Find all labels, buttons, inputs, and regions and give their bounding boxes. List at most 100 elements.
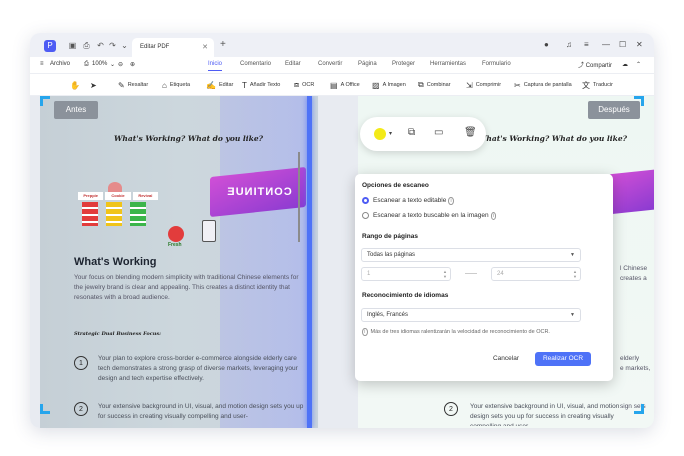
highlight-label: Resaltar (127, 82, 149, 88)
info-icon: i (362, 328, 368, 336)
to-page-input[interactable]: 24 ▲ ▼ (491, 267, 581, 281)
close-tab-icon[interactable]: ✕ (202, 43, 208, 51)
to-image-tool[interactable]: ▨ A Imagen (372, 79, 406, 91)
radio-searchable[interactable] (362, 212, 369, 219)
undo-icon[interactable]: ↶ (96, 41, 105, 50)
ocr-label: OCR (302, 82, 315, 88)
stepper-icon[interactable]: ▲ ▼ (443, 269, 447, 279)
radio-editable[interactable] (362, 197, 369, 204)
option-editable[interactable]: Escanear a texto editable i (373, 197, 454, 205)
copy-icon[interactable]: ⧉ (408, 127, 415, 138)
scissors-icon: ✂ (514, 80, 521, 90)
combine-label: Combinar (426, 82, 451, 88)
close-window-icon[interactable]: ✕ (636, 40, 643, 49)
redo-icon[interactable]: ↷ (108, 41, 117, 50)
sign-labels: Preppie Cookie Revival (78, 192, 158, 200)
bell-icon[interactable]: ♫ (566, 40, 572, 49)
tab-comentario[interactable]: Comentario (240, 61, 271, 67)
before-badge: Antes (54, 101, 98, 119)
tab-formulario[interactable]: Formulario (482, 61, 511, 67)
tab-herramientas[interactable]: Herramientas (430, 61, 466, 67)
item-number: 2 (444, 402, 458, 416)
right-fragment: elderly (620, 355, 640, 362)
share-label: Compartir (585, 63, 613, 69)
save-icon[interactable]: ▣ (68, 41, 77, 50)
document-tab-title: Editar PDF (140, 44, 170, 50)
banner-text: CONTINUE (226, 186, 292, 198)
print-small-icon[interactable]: ⎙ (84, 61, 89, 68)
page-range-select[interactable]: Todas las páginas ▼ (361, 248, 581, 262)
banner-right (608, 169, 654, 215)
option-searchable[interactable]: Escanear a texto buscable en la imagen i (373, 212, 497, 220)
combine-tool[interactable]: ⧉ Combinar (418, 79, 451, 91)
help-icon[interactable]: i (490, 212, 497, 220)
select-tool[interactable]: ➤ (90, 79, 100, 91)
edit-tool[interactable]: ✍ Editar (206, 79, 233, 91)
tab-editar[interactable]: Editar (285, 61, 301, 67)
translate-icon: 文 (582, 80, 590, 90)
color-dropdown-icon[interactable]: ▾ (389, 130, 392, 137)
tab-convertir[interactable]: Convertir (318, 61, 342, 67)
help-icon[interactable]: i (448, 197, 454, 205)
tab-inicio[interactable]: Inicio (208, 61, 223, 71)
hand-icon: ✋ (70, 80, 80, 90)
translate-tool[interactable]: 文 Traducir (582, 79, 613, 91)
cloud-icon[interactable]: ☁ (622, 61, 628, 68)
perform-ocr-button[interactable]: Realizar OCR (535, 352, 591, 366)
corner-mark (634, 96, 644, 106)
trash-icon[interactable]: 🗑 (464, 127, 477, 138)
highlight-float-toolbar: ▾ ⧉ ▭ 🗑 (360, 117, 486, 151)
document-tab[interactable]: Editar PDF ✕ (132, 38, 214, 57)
print-icon[interactable]: ⎙ (82, 41, 91, 50)
comment-icon[interactable]: ▭ (434, 127, 443, 138)
sign-label: Revival (132, 192, 158, 200)
cursor-icon: ➤ (90, 80, 97, 90)
color-swatch[interactable] (374, 128, 386, 140)
corner-mark (40, 404, 50, 414)
cancel-button[interactable]: Cancelar (489, 352, 523, 366)
avatar[interactable]: ● (544, 40, 549, 49)
new-tab-icon[interactable]: + (220, 39, 226, 50)
caret-down-icon: ▼ (570, 312, 575, 318)
menu-icon[interactable]: ≡ (584, 40, 589, 49)
from-page-input[interactable]: 1 ▲ ▼ (361, 267, 451, 281)
zoom-in-icon[interactable]: ⊕ (130, 61, 135, 68)
zoom-chevron-icon[interactable]: ⌄ (110, 61, 115, 68)
tool-bar: ✋ ➤ ✎ Resaltar ⌂ Etiqueta ✍ Editar T Añadir … (30, 74, 654, 96)
to-office-tool[interactable]: ▤ A Office (330, 79, 360, 91)
handwritten-title-left: What's Working? What do you like? (114, 134, 263, 143)
collapse-icon[interactable]: ⌃ (636, 61, 641, 68)
page-range-value: Todas las páginas (367, 252, 416, 258)
screenshot-label: Captura de pantalla (523, 82, 572, 88)
zoom-out-icon[interactable]: ⊖ (118, 61, 123, 68)
maximize-icon[interactable]: ☐ (619, 40, 626, 49)
share-button[interactable]: ⤴ Compartir (578, 60, 612, 69)
highlight-tool[interactable]: ✎ Resaltar (118, 79, 148, 91)
scan-options-label: Opciones de escaneo (362, 182, 429, 189)
item-number: 2 (74, 402, 88, 416)
item-2-text: Your extensive background in UI, visual,… (98, 403, 304, 420)
hand-tool[interactable]: ✋ (70, 79, 83, 91)
add-text-tool[interactable]: T Añadir Texto (242, 79, 280, 91)
compress-label: Comprimir (475, 82, 502, 88)
to-page-value: 24 (497, 271, 504, 277)
screenshot-tool[interactable]: ✂ Captura de pantalla (514, 79, 572, 91)
item-1-text: Your plan to explore cross-border e-comm… (98, 355, 298, 382)
tab-proteger[interactable]: Proteger (392, 61, 415, 67)
language-select[interactable]: Inglés, Francés ▼ (361, 308, 581, 322)
compress-tool[interactable]: ⇲ Comprimir (466, 79, 501, 91)
sign-label: Preppie (78, 192, 104, 200)
stepper-icon[interactable]: ▲ ▼ (573, 269, 577, 279)
right-fragment: creates a (620, 275, 647, 282)
label-tool[interactable]: ⌂ Etiqueta (162, 79, 190, 91)
tab-pagina[interactable]: Página (358, 61, 377, 67)
right-fragment: e markets, (620, 365, 651, 372)
hamburger-icon[interactable]: ≡ (40, 61, 44, 67)
chevron-down-icon[interactable]: ⌄ (120, 41, 129, 50)
file-menu[interactable]: Archivo (50, 61, 70, 67)
ocr-tool[interactable]: ⧈ OCR (294, 79, 314, 91)
minimize-icon[interactable]: — (602, 40, 610, 49)
label-label: Etiqueta (169, 82, 191, 88)
app-logo-icon[interactable]: P (44, 40, 56, 52)
zoom-level[interactable]: 100% (92, 61, 107, 67)
